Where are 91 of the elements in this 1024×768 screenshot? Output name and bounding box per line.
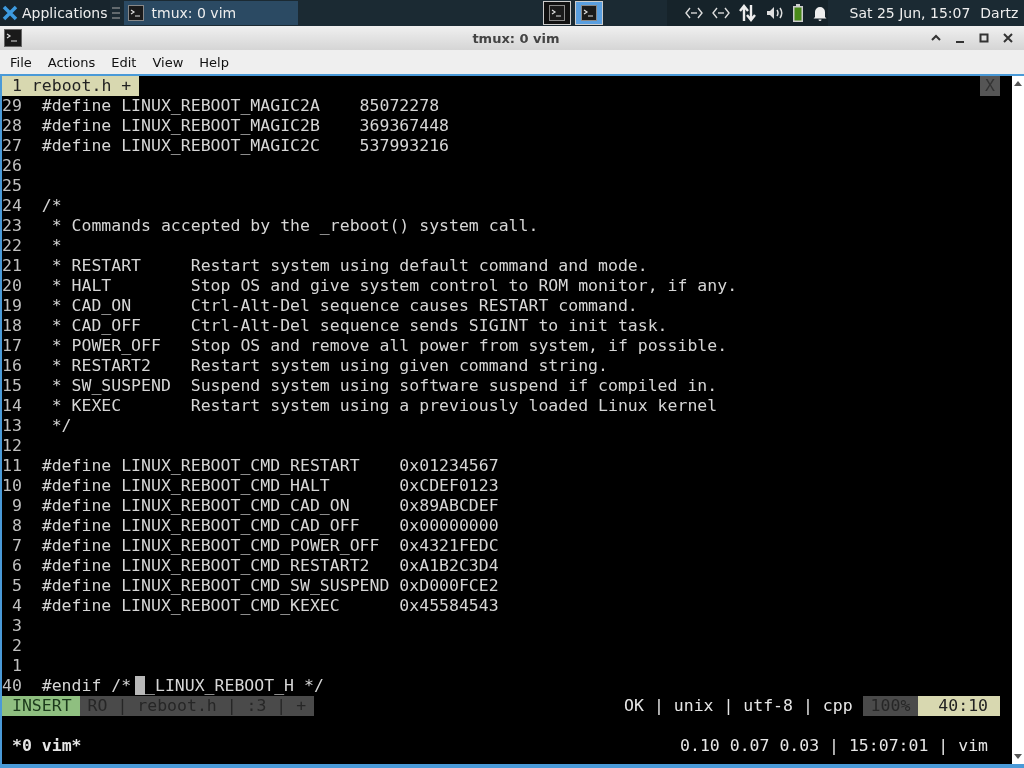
- editor-tab[interactable]: 1 reboot.h +: [2, 76, 140, 96]
- line-number: 28: [2, 116, 22, 136]
- code-line: #define LINUX_REBOOT_MAGIC2C 537993216: [41, 136, 449, 156]
- battery-icon[interactable]: [792, 4, 803, 22]
- workspace-button[interactable]: [574, 1, 603, 25]
- code-line: #define LINUX_REBOOT_CMD_CAD_OFF 0x00000000: [41, 516, 499, 536]
- code-line: *: [50, 236, 62, 256]
- line-number: 29: [2, 96, 22, 116]
- code-line: #define LINUX_REBOOT_MAGIC2B 369367448: [41, 116, 449, 136]
- code-line: #define LINUX_REBOOT_CMD_HALT 0xCDEF0123: [41, 476, 499, 496]
- terminal-icon[interactable]: [127, 5, 144, 21]
- menu-icon[interactable]: [111, 7, 120, 19]
- menu-item[interactable]: View: [144, 54, 192, 70]
- user-name[interactable]: Dartz: [980, 5, 1019, 21]
- code-line: * CAD_ON Ctrl-Alt-Del sequence causes RESTART command.: [50, 296, 638, 316]
- code-line: #define LINUX_REBOOT_CMD_KEXEC 0x45584543: [41, 596, 499, 616]
- line-number: 2: [10, 636, 22, 656]
- code-line: * KEXEC Restart system using a previously loaded Linux kernel: [50, 396, 718, 416]
- line-number: 9: [10, 496, 22, 516]
- line-number: 16: [2, 356, 22, 376]
- code-line: * SW_SUSPEND Suspend system using software suspend if compiled in.: [50, 376, 718, 396]
- code-line: #define LINUX_REBOOT_CMD_POWER_OFF 0x4321FEDC: [41, 536, 499, 556]
- file-info: OK | unix | utf-8 | cpp: [624, 696, 854, 716]
- code-line: #define LINUX_REBOOT_CMD_RESTART2 0xA1B2C3D4: [41, 556, 499, 576]
- network-icon[interactable]: [711, 5, 730, 21]
- code-line: * CAD_OFF Ctrl-Alt-Del sequence sends SIGINT to init task.: [50, 316, 668, 336]
- close-icon[interactable]: [1002, 32, 1014, 44]
- line-number: 19: [2, 296, 22, 316]
- transfer-arrows-icon[interactable]: [738, 4, 757, 22]
- code-line: * HALT Stop OS and give system control to ROM monitor, if any.: [50, 276, 738, 296]
- line-number: 14: [2, 396, 22, 416]
- code-line: */: [50, 416, 72, 436]
- line-number: 17: [2, 336, 22, 356]
- line-number: 40: [2, 676, 22, 696]
- x-logo-icon[interactable]: [2, 5, 18, 21]
- code-line: #define LINUX_REBOOT_CMD_SW_SUSPEND 0xD000FCE2: [41, 576, 499, 596]
- line-number: 4: [10, 596, 22, 616]
- line-number: 13: [2, 416, 22, 436]
- line-number: 25: [2, 176, 22, 196]
- line-number: 21: [2, 256, 22, 276]
- volume-icon[interactable]: [765, 5, 784, 21]
- code-line: #define LINUX_REBOOT_MAGIC2A 85072278: [41, 96, 440, 116]
- line-number: 24: [2, 196, 22, 216]
- code-line: #endif /*: [41, 676, 132, 696]
- applications-menu[interactable]: Applications: [0, 0, 110, 26]
- window-title: tmux: 0 vim: [471, 30, 561, 46]
- line-number: 12: [2, 436, 22, 456]
- code-line: #define LINUX_REBOOT_CMD_CAD_ON 0x89ABCDEF: [41, 496, 499, 516]
- scroll-down-icon[interactable]: [1014, 754, 1022, 760]
- menu-item[interactable]: File: [2, 54, 40, 70]
- terminal-icon: [4, 29, 22, 47]
- scroll-up-icon[interactable]: [1014, 80, 1022, 86]
- code-line: #define LINUX_REBOOT_CMD_RESTART 0x01234567: [41, 456, 499, 476]
- code-line: _LINUX_REBOOT_H */: [145, 676, 324, 696]
- line-number: 8: [10, 516, 22, 536]
- code-line: /*: [41, 196, 62, 216]
- menu-item[interactable]: Help: [191, 54, 237, 70]
- line-number: 11: [2, 456, 22, 476]
- line-number: 5: [10, 576, 22, 596]
- cursor-position: 40:10: [918, 696, 1000, 716]
- tmux-window[interactable]: *0 vim*: [2, 736, 82, 756]
- clock-text: Sat 25 Jun, 15:07: [849, 5, 971, 21]
- bell-icon[interactable]: [811, 5, 828, 21]
- maximize-icon[interactable]: [978, 32, 990, 44]
- line-number: 27: [2, 136, 22, 156]
- line-number: 1: [10, 656, 22, 676]
- line-number: 23: [2, 216, 22, 236]
- code-line: * POWER_OFF Stop OS and remove all power from system, if possible.: [50, 336, 728, 356]
- task-button[interactable]: tmux: 0 vim: [123, 1, 298, 25]
- network-icon[interactable]: [684, 5, 703, 21]
- code-line: * Commands accepted by the _reboot() system call.: [50, 216, 539, 236]
- code-line: * RESTART2 Restart system using given command string.: [50, 356, 608, 376]
- line-number: 26: [2, 156, 22, 176]
- tmux-status: 0.10 0.07 0.03 | 15:07:01 | vim: [680, 736, 989, 756]
- menu-item[interactable]: Edit: [103, 54, 145, 70]
- line-number: 7: [10, 536, 22, 556]
- code-line: * RESTART Restart system using default command and mode.: [50, 256, 648, 276]
- line-number: 15: [2, 376, 22, 396]
- menu-item[interactable]: Actions: [39, 54, 104, 70]
- line-number: 10: [2, 476, 22, 496]
- line-number: 3: [10, 616, 22, 636]
- line-number: 6: [10, 556, 22, 576]
- mode-indicator: INSERT: [2, 696, 80, 716]
- terminal-icon[interactable]: [548, 5, 565, 21]
- scrollbar[interactable]: [1012, 76, 1024, 764]
- line-number: 22: [2, 236, 22, 256]
- line-number: 20: [2, 276, 22, 296]
- workspace-button[interactable]: [542, 1, 571, 25]
- text-cursor: [135, 676, 145, 695]
- terminal-icon[interactable]: [580, 5, 597, 21]
- line-number: 18: [2, 316, 22, 336]
